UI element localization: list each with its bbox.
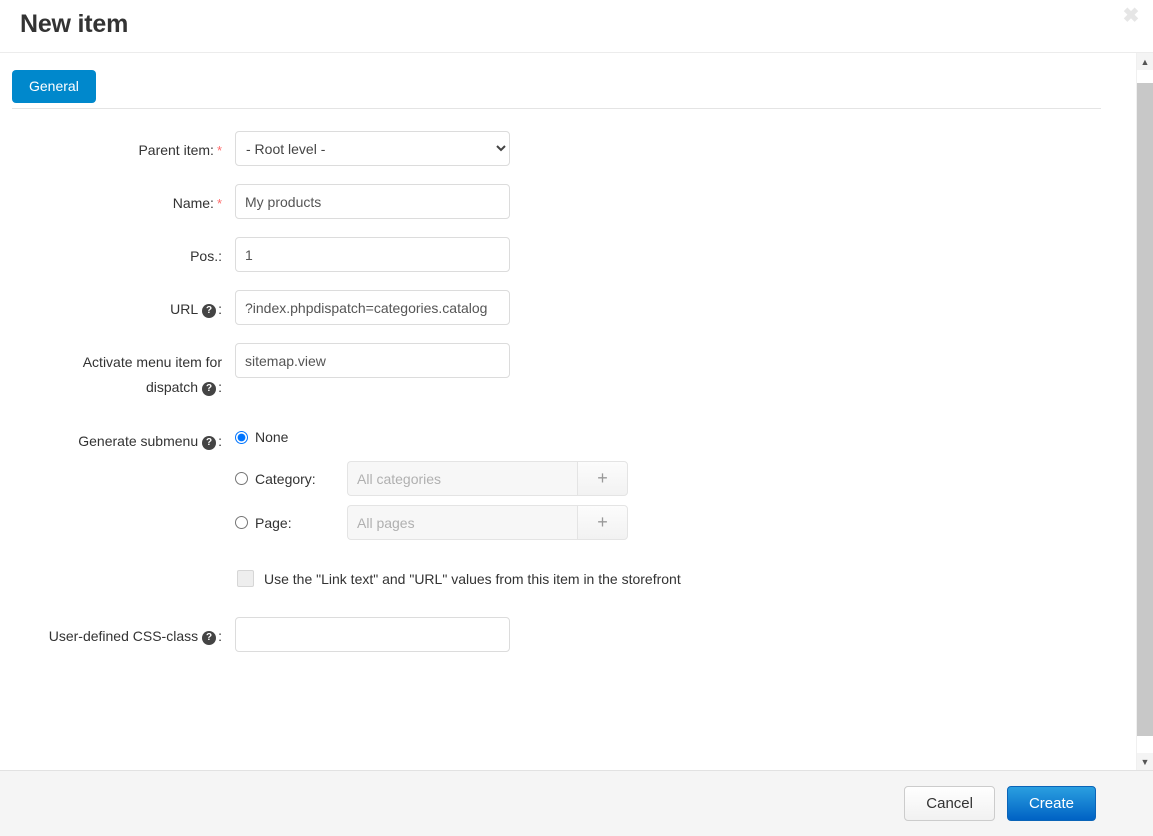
generate-submenu-field-wrap: None Category: + bbox=[222, 422, 1136, 587]
new-item-form: Parent item: * - Root level - Name: * My… bbox=[0, 109, 1136, 652]
question-mark-icon[interactable]: ? bbox=[202, 631, 217, 645]
storefront-checkbox[interactable] bbox=[237, 570, 254, 587]
radio-category-label: Category: bbox=[255, 470, 316, 487]
create-button[interactable]: Create bbox=[1006, 786, 1096, 821]
dispatch-label-line2: dispatch bbox=[145, 379, 199, 395]
pos-label-wrap: Pos.: bbox=[0, 237, 222, 269]
form-row-generate-submenu: Generate submenu?: None Category: All ca… bbox=[0, 422, 1136, 587]
dispatch-label-line1: Activate menu item for bbox=[82, 354, 222, 370]
dispatch-field-wrap bbox=[222, 343, 1136, 378]
radio-none[interactable] bbox=[235, 430, 248, 444]
tab-bar: General bbox=[0, 53, 1136, 103]
scrollbar-track[interactable] bbox=[1137, 70, 1153, 753]
pos-label: Pos.: bbox=[190, 248, 222, 264]
parent-item-field-wrap: - Root level - bbox=[222, 131, 1136, 166]
radio-row-page: Page: + bbox=[235, 505, 1136, 540]
radio-category[interactable] bbox=[235, 472, 248, 485]
question-mark-icon[interactable]: ? bbox=[202, 382, 217, 396]
dialog-body: General Parent item: * - Root level - Na… bbox=[0, 53, 1153, 770]
page-input[interactable] bbox=[347, 505, 577, 540]
radio-page[interactable] bbox=[235, 516, 248, 529]
name-field-wrap bbox=[222, 184, 1136, 219]
add-category-button[interactable]: + bbox=[577, 461, 628, 496]
css-class-input[interactable] bbox=[235, 617, 510, 652]
url-field-wrap bbox=[222, 290, 1136, 325]
question-mark-icon[interactable]: ? bbox=[202, 304, 217, 318]
scrollbar-thumb[interactable] bbox=[1137, 83, 1153, 736]
radio-row-none: None bbox=[235, 426, 1136, 448]
generate-submenu-label-wrap: Generate submenu?: bbox=[0, 422, 222, 454]
tab-general[interactable]: General bbox=[12, 70, 96, 103]
pos-field-wrap bbox=[222, 237, 1136, 272]
form-row-parent-item: Parent item: * - Root level - bbox=[0, 131, 1136, 166]
url-label: URL bbox=[170, 301, 199, 317]
url-label-wrap: URL?: bbox=[0, 290, 222, 322]
parent-item-label: Parent item: bbox=[138, 142, 214, 158]
page-title: New item bbox=[20, 10, 129, 38]
form-row-name: Name: * bbox=[0, 184, 1136, 219]
dispatch-label-wrap: Activate menu item for dispatch?: bbox=[0, 343, 222, 400]
question-mark-icon[interactable]: ? bbox=[202, 436, 217, 450]
pos-input[interactable] bbox=[235, 237, 510, 272]
radio-row-category: Category: + bbox=[235, 461, 1136, 496]
css-class-label: User-defined CSS-class bbox=[48, 628, 199, 644]
storefront-checkbox-label: Use the "Link text" and "URL" values fro… bbox=[264, 570, 681, 587]
dialog-header: New item ✖ bbox=[0, 0, 1153, 53]
parent-item-select[interactable]: - Root level - bbox=[235, 131, 510, 166]
form-row-pos: Pos.: bbox=[0, 237, 1136, 272]
css-class-field-wrap bbox=[222, 617, 1136, 652]
scroll-up-arrow-icon[interactable]: ▲ bbox=[1137, 53, 1153, 70]
parent-item-label-wrap: Parent item: * bbox=[0, 131, 222, 163]
name-label-wrap: Name: * bbox=[0, 184, 222, 216]
storefront-checkbox-row: Use the "Link text" and "URL" values fro… bbox=[235, 570, 1136, 587]
scroll-down-arrow-icon[interactable]: ▼ bbox=[1137, 753, 1153, 770]
generate-submenu-radio-group: None Category: + bbox=[235, 422, 1136, 587]
category-input-group: + bbox=[347, 461, 628, 496]
form-row-url: URL?: bbox=[0, 290, 1136, 325]
cancel-button[interactable]: Cancel bbox=[904, 786, 995, 821]
page-input-group: + bbox=[347, 505, 628, 540]
name-input[interactable] bbox=[235, 184, 510, 219]
close-icon[interactable]: ✖ bbox=[1119, 4, 1143, 28]
form-row-css-class: User-defined CSS-class?: bbox=[0, 617, 1136, 652]
dialog-footer: Cancel Create bbox=[0, 770, 1153, 836]
dispatch-input[interactable] bbox=[235, 343, 510, 378]
url-input[interactable] bbox=[235, 290, 510, 325]
add-page-button[interactable]: + bbox=[577, 505, 628, 540]
radio-page-label: Page: bbox=[255, 514, 292, 531]
form-row-dispatch: Activate menu item for dispatch?: bbox=[0, 343, 1136, 400]
vertical-scrollbar[interactable]: ▲ ▼ bbox=[1136, 53, 1153, 770]
css-class-label-wrap: User-defined CSS-class?: bbox=[0, 617, 222, 649]
radio-none-label: None bbox=[255, 429, 289, 445]
dialog-body-content: General Parent item: * - Root level - Na… bbox=[0, 53, 1136, 770]
generate-submenu-label: Generate submenu bbox=[78, 433, 199, 449]
name-label: Name: bbox=[172, 195, 214, 211]
dispatch-label-suffix: : bbox=[218, 379, 222, 395]
new-item-dialog: New item ✖ General Parent item: * - Root… bbox=[0, 0, 1153, 836]
category-input[interactable] bbox=[347, 461, 577, 496]
